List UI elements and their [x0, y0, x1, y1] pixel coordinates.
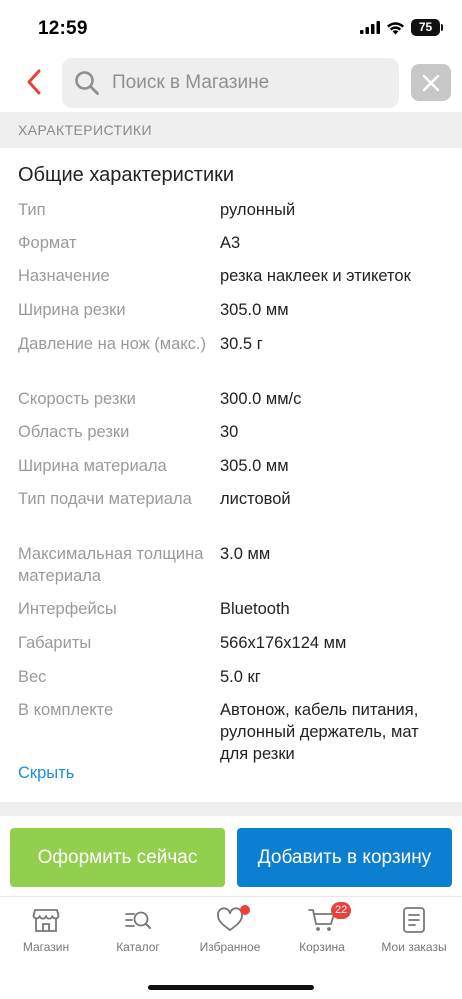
spec-label: Максимальная толщина материала	[18, 545, 204, 585]
back-button[interactable]	[18, 66, 50, 98]
status-time: 12:59	[38, 18, 88, 39]
spec-value: 305.0 мм	[220, 301, 289, 319]
spec-label: Тип подачи материала	[18, 490, 192, 508]
spec-label: Формат	[18, 234, 77, 252]
cart-count-badge: 22	[331, 902, 352, 919]
spec-value: листовой	[220, 490, 291, 508]
tab-my-orders[interactable]: Мои заказы	[368, 897, 460, 967]
spec-value: 5.0 кг	[220, 668, 261, 686]
close-icon	[422, 74, 440, 91]
tab-label: Мои заказы	[381, 940, 447, 954]
order-now-button[interactable]: Оформить сейчас	[10, 828, 225, 887]
spec-value: резка наклеек и этикеток	[220, 267, 411, 285]
battery-level: 75	[418, 20, 433, 34]
store-icon	[32, 909, 60, 932]
search-box[interactable]	[62, 58, 399, 108]
action-bar: Оформить сейчас Добавить в корзину	[0, 816, 462, 896]
spec-value: 300.0 мм/с	[220, 390, 302, 408]
specs-group-title: Общие характеристики	[18, 164, 235, 186]
tab-label: Каталог	[116, 940, 160, 954]
battery-icon: 75	[411, 19, 443, 36]
status-icons: 75	[360, 19, 443, 36]
spec-label: Интерфейсы	[18, 600, 117, 618]
spec-label: Ширина резки	[18, 301, 126, 319]
add-to-cart-button[interactable]: Добавить в корзину	[237, 828, 452, 887]
spec-value: 3.0 мм	[220, 545, 271, 563]
search-header	[0, 54, 462, 110]
chevron-left-icon	[27, 69, 41, 95]
spec-value: Автонож, кабель питания, рулонный держат…	[220, 701, 419, 763]
spec-value: 305.0 мм	[220, 457, 289, 475]
section-divider	[0, 802, 462, 816]
clear-search-button[interactable]	[411, 64, 451, 101]
status-bar: 12:59 75	[0, 0, 462, 54]
spec-label: Вес	[18, 668, 47, 686]
spec-label: Назначение	[18, 267, 110, 285]
spec-value: A3	[220, 234, 241, 252]
tab-label: Избранное	[199, 940, 261, 954]
tab-catalog[interactable]: Каталог	[92, 897, 184, 967]
home-indicator	[148, 985, 314, 990]
spec-value: рулонный	[220, 201, 296, 219]
spec-label: Тип	[18, 201, 46, 219]
tab-favorites[interactable]: Избранное	[184, 897, 276, 967]
orders-icon	[403, 907, 425, 933]
spec-value: Bluetooth	[220, 600, 290, 618]
tab-store[interactable]: Магазин	[0, 897, 92, 967]
spec-value: 30.5 г	[220, 335, 263, 353]
catalog-search-icon	[125, 911, 151, 929]
spec-label: Область резки	[18, 423, 130, 441]
favorites-dot-badge	[240, 905, 250, 915]
wifi-icon	[387, 21, 404, 34]
spec-value: 566x176x124 мм	[220, 634, 347, 652]
spec-label: Габариты	[18, 634, 92, 652]
bottom-tab-bar: Магазин Каталог Избранное 22 Корзина Мои…	[0, 896, 462, 999]
spec-label: Скорость резки	[18, 390, 136, 408]
section-header: ХАРАКТЕРИСТИКИ	[0, 112, 462, 148]
signal-icon	[360, 21, 380, 34]
hide-specs-link[interactable]: Скрыть	[18, 764, 74, 783]
search-input[interactable]	[112, 72, 372, 94]
tab-label: Корзина	[299, 940, 345, 954]
tab-cart[interactable]: 22 Корзина	[276, 897, 368, 967]
spec-value: 30	[220, 423, 239, 441]
spec-label: Давление на нож (макс.)	[18, 335, 206, 353]
spec-label: Ширина материала	[18, 457, 167, 475]
tab-label: Магазин	[22, 940, 70, 954]
search-icon	[75, 71, 99, 95]
spec-label: В комплекте	[18, 701, 114, 719]
